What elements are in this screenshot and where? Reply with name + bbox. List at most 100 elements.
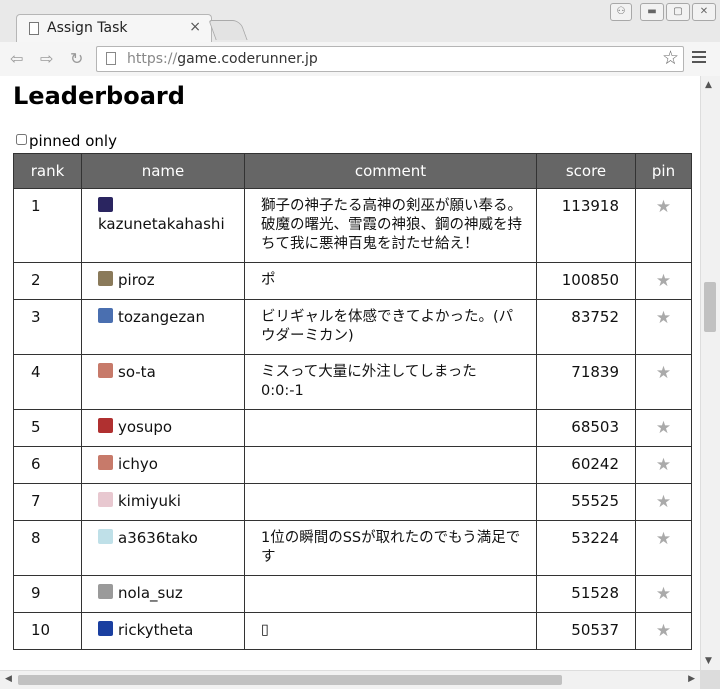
pin-star-icon[interactable]: ★ — [635, 354, 692, 410]
user-avatar-icon — [98, 621, 113, 636]
pinned-only-checkbox[interactable] — [16, 134, 27, 145]
score-cell: 113918 — [536, 188, 636, 263]
scroll-left-icon[interactable]: ◀ — [5, 674, 12, 684]
user-avatar-icon — [98, 418, 113, 433]
user-name: kimiyuki — [118, 492, 181, 510]
comment-cell: ビリギャルを体感できてよかった。(パウダーミカン) — [244, 299, 537, 355]
url-text: https://game.coderunner.jp — [127, 51, 318, 67]
pin-star-icon[interactable]: ★ — [635, 575, 692, 613]
browser-titlebar: Assign Task × ⚇ ▬ ▢ ✕ ⇦ ⇨ ↻ https://game… — [0, 0, 720, 76]
user-avatar-icon — [98, 584, 113, 599]
page-info-icon[interactable] — [106, 52, 116, 65]
window-close-icon[interactable]: ✕ — [692, 3, 716, 21]
rank-cell: 3 — [13, 299, 82, 355]
rank-cell: 7 — [13, 483, 82, 521]
rank-cell: 9 — [13, 575, 82, 613]
name-cell: tozangezan — [81, 299, 245, 355]
horizontal-scroll-thumb[interactable] — [18, 675, 562, 685]
pin-star-icon[interactable]: ★ — [635, 299, 692, 355]
horizontal-scrollbar[interactable]: ◀ ▶ — [0, 670, 700, 689]
menu-icon[interactable] — [692, 51, 706, 65]
rank-cell: 5 — [13, 409, 82, 447]
user-name: kazunetakahashi — [98, 215, 225, 233]
browser-toolbar: ⇦ ⇨ ↻ https://game.coderunner.jp ☆ — [0, 42, 720, 76]
rank-cell: 4 — [13, 354, 82, 410]
rank-cell: 6 — [13, 446, 82, 484]
table-row: 5 yosupo 68503 ★ — [13, 409, 692, 447]
comment-cell — [244, 483, 537, 521]
user-name: tozangezan — [118, 308, 205, 326]
comment-cell: ▯ — [244, 612, 537, 650]
score-cell: 53224 — [536, 520, 636, 576]
name-cell: yosupo — [81, 409, 245, 447]
user-icon[interactable]: ⚇ — [610, 3, 632, 21]
column-header-comment: comment — [244, 153, 537, 189]
rank-cell: 10 — [13, 612, 82, 650]
name-cell: so-ta — [81, 354, 245, 410]
table-row: 9 nola_suz 51528 ★ — [13, 575, 692, 613]
comment-cell: 獅子の神子たる高神の剣巫が願い奉る。破魔の曙光、雪霞の神狼、鋼の神威を持ちて我に… — [244, 188, 537, 263]
address-bar[interactable]: https://game.coderunner.jp ☆ — [96, 46, 684, 72]
pin-star-icon[interactable]: ★ — [635, 612, 692, 650]
score-cell: 55525 — [536, 483, 636, 521]
reload-icon[interactable]: ↻ — [70, 49, 83, 68]
pinned-only-filter[interactable]: pinned only — [16, 132, 117, 150]
pin-star-icon[interactable]: ★ — [635, 520, 692, 576]
user-avatar-icon — [98, 492, 113, 507]
new-tab-button[interactable] — [208, 20, 248, 40]
score-cell: 51528 — [536, 575, 636, 613]
user-avatar-icon — [98, 529, 113, 544]
score-cell: 60242 — [536, 446, 636, 484]
back-icon[interactable]: ⇦ — [10, 49, 23, 68]
pin-star-icon[interactable]: ★ — [635, 483, 692, 521]
browser-tab[interactable]: Assign Task × — [16, 14, 212, 42]
table-row: 1 kazunetakahashi 獅子の神子たる高神の剣巫が願い奉る。破魔の曙光、… — [13, 188, 692, 263]
vertical-scrollbar[interactable]: ▲ ▼ — [700, 76, 720, 670]
name-cell: rickytheta — [81, 612, 245, 650]
name-cell: kimiyuki — [81, 483, 245, 521]
pin-star-icon[interactable]: ★ — [635, 188, 692, 263]
comment-cell — [244, 409, 537, 447]
column-header-score: score — [536, 153, 636, 189]
rank-cell: 8 — [13, 520, 82, 576]
name-cell: a3636tako — [81, 520, 245, 576]
name-cell: kazunetakahashi — [81, 188, 245, 263]
column-header-name: name — [81, 153, 245, 189]
vertical-scroll-thumb[interactable] — [704, 282, 716, 332]
comment-cell — [244, 575, 537, 613]
scroll-up-icon[interactable]: ▲ — [705, 80, 712, 90]
page-viewport: Leaderboard pinned only rank name commen… — [0, 76, 700, 670]
pin-star-icon[interactable]: ★ — [635, 409, 692, 447]
page-title: Leaderboard — [13, 82, 185, 110]
tab-close-icon[interactable]: × — [189, 19, 201, 35]
pin-star-icon[interactable]: ★ — [635, 262, 692, 300]
comment-cell: ポ — [244, 262, 537, 300]
column-header-rank: rank — [13, 153, 82, 189]
scrollbar-corner — [700, 670, 720, 689]
minimize-icon[interactable]: ▬ — [640, 3, 664, 21]
name-cell: nola_suz — [81, 575, 245, 613]
comment-cell: 1位の瞬間のSSが取れたのでもう満足です — [244, 520, 537, 576]
bookmark-star-icon[interactable]: ☆ — [662, 47, 679, 69]
page-favicon-icon — [29, 22, 39, 35]
forward-icon[interactable]: ⇨ — [40, 49, 53, 68]
user-avatar-icon — [98, 308, 113, 323]
pin-star-icon[interactable]: ★ — [635, 446, 692, 484]
score-cell: 68503 — [536, 409, 636, 447]
leaderboard-table: rank name comment score pin 1 kazunetakah… — [13, 153, 692, 650]
user-name: yosupo — [118, 418, 173, 436]
user-name: nola_suz — [118, 584, 183, 602]
name-cell: piroz — [81, 262, 245, 300]
user-name: a3636tako — [118, 529, 198, 547]
maximize-icon[interactable]: ▢ — [666, 3, 690, 21]
scroll-right-icon[interactable]: ▶ — [688, 674, 695, 684]
score-cell: 100850 — [536, 262, 636, 300]
scroll-down-icon[interactable]: ▼ — [705, 656, 712, 666]
table-row: 2 piroz ポ 100850 ★ — [13, 262, 692, 300]
user-name: piroz — [118, 271, 155, 289]
rank-cell: 2 — [13, 262, 82, 300]
user-name: rickytheta — [118, 621, 194, 639]
user-name: ichyo — [118, 455, 158, 473]
comment-cell — [244, 446, 537, 484]
table-row: 8 a3636tako 1位の瞬間のSSが取れたのでもう満足です 53224 ★ — [13, 520, 692, 576]
